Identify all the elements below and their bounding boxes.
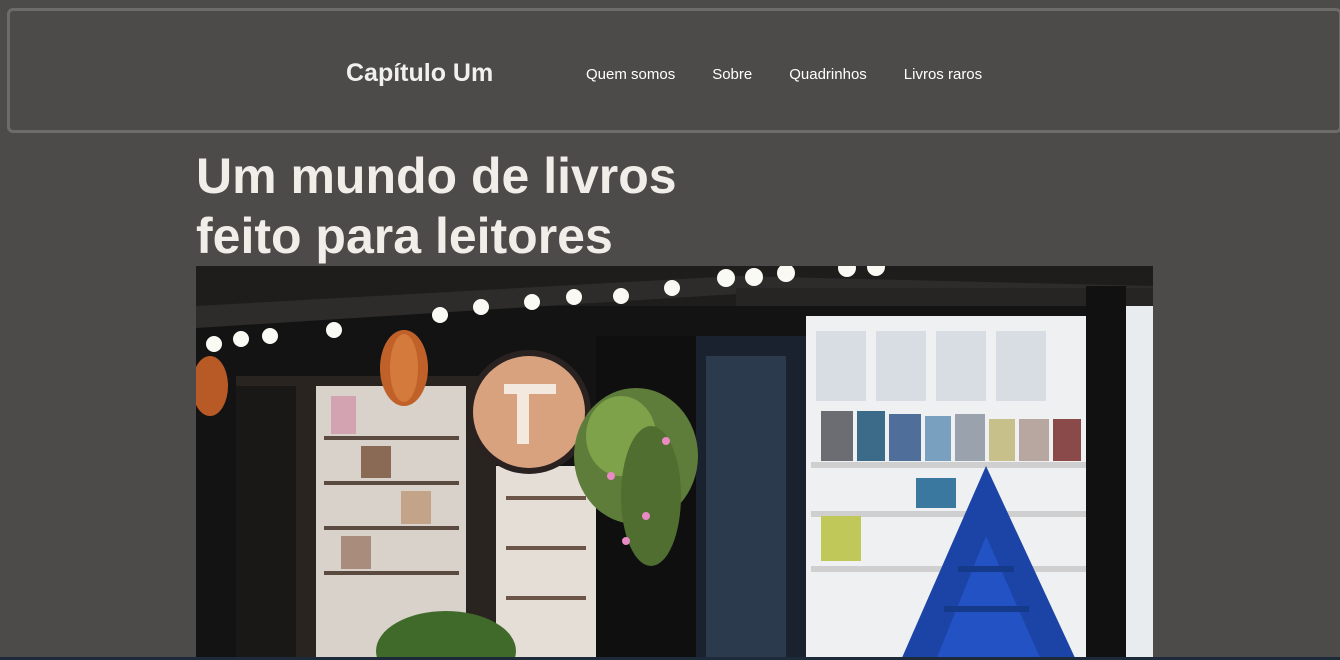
brand-logo[interactable]: Capítulo Um bbox=[346, 59, 493, 88]
hero-title-line-2: feito para leitores bbox=[196, 208, 613, 264]
hero-title: Um mundo de livros feito para leitores bbox=[196, 146, 677, 266]
nav-link-quadrinhos[interactable]: Quadrinhos bbox=[789, 66, 867, 83]
bookstore-photo-illustration bbox=[196, 266, 1153, 660]
nav-link-quem-somos[interactable]: Quem somos bbox=[586, 66, 675, 83]
nav-link-livros-raros[interactable]: Livros raros bbox=[904, 66, 982, 83]
nav-link-sobre[interactable]: Sobre bbox=[712, 66, 752, 83]
hero-bookstore-photo bbox=[196, 266, 1153, 660]
site-header: Capítulo Um Quem somos Sobre Quadrinhos … bbox=[7, 8, 1340, 133]
hero-title-line-1: Um mundo de livros bbox=[196, 148, 677, 204]
main-nav: Quem somos Sobre Quadrinhos Livros raros bbox=[586, 66, 1019, 83]
